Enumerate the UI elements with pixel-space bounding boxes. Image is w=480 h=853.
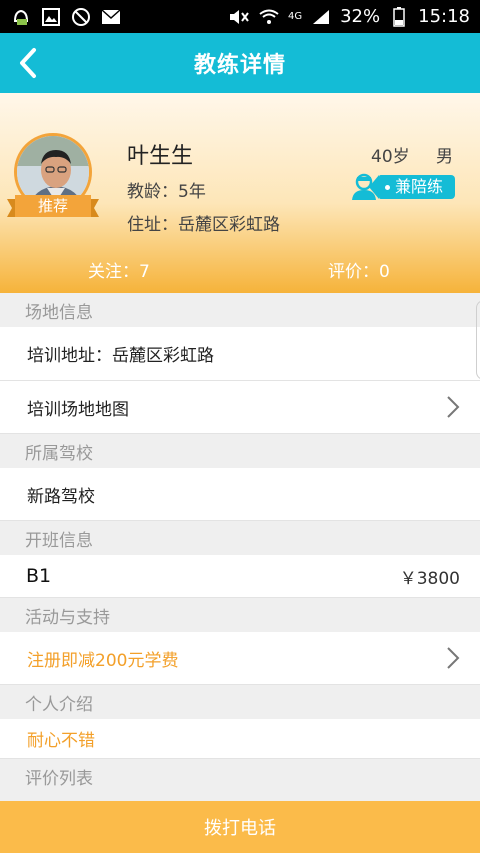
recommended-label: 推荐 (37, 197, 68, 215)
status-bar: 4G 32% 15:18 (0, 0, 480, 33)
intro-text: 耐心不错 (27, 731, 95, 751)
promo-row[interactable]: 注册即减200元学费 (0, 632, 480, 685)
school-row: 新路驾校 (0, 468, 480, 521)
battery-icon (388, 6, 410, 27)
section-class-header: 开班信息 (0, 521, 480, 555)
blocked-icon (70, 7, 92, 26)
venue-map-label: 培训场地地图 (27, 399, 129, 420)
license-type: B1 (26, 565, 52, 587)
section-reviews-header: 评价列表 (0, 759, 480, 793)
recommended-badge: 推荐 (7, 193, 99, 219)
chevron-right-icon (447, 647, 460, 669)
battery-percent: 32% (340, 6, 381, 27)
signal-icon (310, 8, 332, 26)
training-address: 培训地址：岳麓区彩虹路 (27, 346, 214, 366)
sparring-tag: 兼陪练 (351, 173, 455, 203)
section-school-header: 所属驾校 (0, 434, 480, 468)
call-button[interactable]: 拨打电话 (0, 801, 480, 853)
network-type: 4G (287, 11, 303, 22)
sparring-text: 兼陪练 (395, 177, 444, 196)
class-price: ￥3800 (399, 568, 460, 589)
school-name: 新路驾校 (27, 486, 95, 507)
mute-icon (228, 8, 250, 26)
section-venue-header: 场地信息 (0, 293, 480, 327)
coach-profile-card: 推荐 叶生生 40岁 男 教龄：5年 住址：岳麓区彩虹路 兼陪练 关注：7 评价… (0, 93, 480, 293)
section-promo-header: 活动与支持 (0, 598, 480, 632)
chevron-left-icon (20, 48, 36, 78)
rating-count[interactable]: 评价：0 (328, 257, 390, 282)
venue-map-row[interactable]: 培训场地地图 (0, 381, 480, 434)
intro-row: 耐心不错 (0, 719, 480, 759)
coach-age: 40岁 (371, 147, 410, 167)
follow-count[interactable]: 关注：7 (88, 257, 150, 282)
sparring-label: 兼陪练 (369, 175, 455, 199)
page-title: 教练详情 (193, 53, 286, 78)
mail-icon (100, 8, 122, 26)
coach-gender: 男 (436, 147, 453, 167)
notification-icon (10, 8, 32, 26)
training-address-row: 培训地址：岳麓区彩虹路 (0, 327, 480, 381)
promo-text: 注册即减200元学费 (27, 650, 179, 671)
scroll-edge (476, 300, 480, 380)
coach-address: 住址：岳麓区彩虹路 (127, 215, 280, 235)
chevron-right-icon (447, 396, 460, 418)
section-intro-header: 个人介绍 (0, 685, 480, 719)
class-row: B1 ￥3800 (0, 555, 480, 598)
wifi-icon (258, 8, 280, 26)
teaching-years: 教龄：5年 (127, 182, 206, 202)
back-button[interactable] (10, 45, 46, 81)
coach-name: 叶生生 (127, 144, 194, 169)
app-bar: 教练详情 (0, 33, 480, 93)
gallery-icon (40, 7, 62, 26)
clock: 15:18 (418, 6, 470, 27)
